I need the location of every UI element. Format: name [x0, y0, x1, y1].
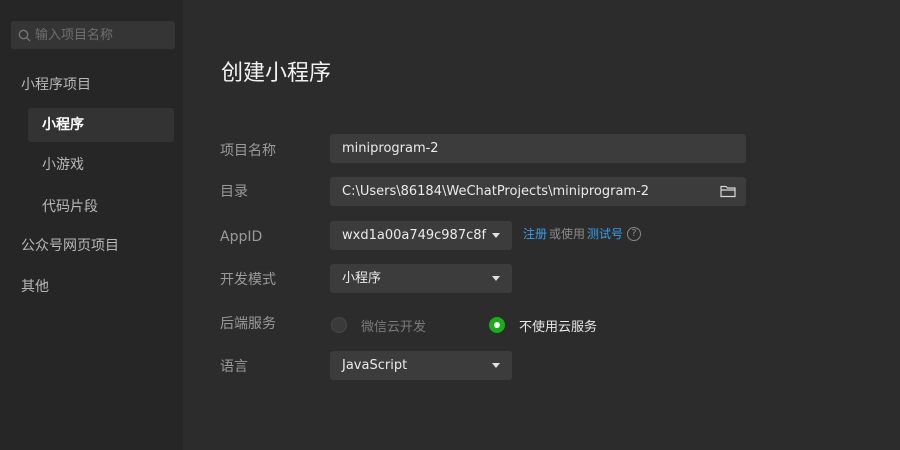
or-use-text: 或使用	[549, 227, 586, 241]
sidebar-item-miniprogram[interactable]: 小程序	[28, 108, 174, 142]
sidebar-item-label: 小游戏	[42, 157, 84, 173]
search-icon	[18, 29, 31, 41]
sidebar-item-other[interactable]: 其他	[21, 270, 171, 304]
backend-label: 后端服务	[220, 316, 276, 332]
project-name-input[interactable]	[330, 134, 746, 163]
directory-field[interactable]: C:\Users\86184\WeChatProjects\miniprogra…	[330, 177, 746, 206]
sidebar-item-minigame[interactable]: 小游戏	[42, 148, 172, 182]
dev-mode-label: 开发模式	[220, 272, 276, 288]
sidebar-item-label: 小程序	[42, 117, 84, 133]
language-value: JavaScript	[342, 358, 408, 373]
chevron-down-icon	[492, 363, 500, 368]
sidebar-item-miniprogram-project[interactable]: 小程序项目	[21, 68, 171, 102]
help-circle-icon[interactable]: ?	[627, 227, 642, 241]
radio-circle	[331, 317, 347, 333]
chevron-down-icon	[492, 276, 500, 281]
sidebar-item-code-snippet[interactable]: 代码片段	[42, 190, 172, 224]
dev-mode-value: 小程序	[342, 271, 382, 286]
search-box[interactable]	[11, 21, 175, 49]
project-name-label: 项目名称	[220, 143, 276, 159]
sidebar-item-label: 小程序项目	[21, 77, 91, 93]
radio-circle-checked	[489, 317, 505, 333]
appid-label: AppID	[220, 229, 263, 245]
sidebar-item-label: 其他	[21, 279, 49, 295]
radio-cloud-dev[interactable]: 微信云开发	[331, 315, 426, 335]
appid-select[interactable]: wxd1a00a749c987c8f	[330, 221, 512, 250]
radio-cloud-dev-label: 微信云开发	[361, 319, 427, 335]
search-input[interactable]	[35, 27, 165, 43]
dev-mode-select[interactable]: 小程序	[330, 264, 512, 293]
folder-icon[interactable]	[720, 184, 736, 198]
radio-no-cloud[interactable]: 不使用云服务	[489, 315, 597, 335]
directory-value: C:\Users\86184\WeChatProjects\miniprogra…	[342, 184, 650, 199]
chevron-down-icon	[492, 233, 500, 238]
directory-label: 目录	[220, 184, 248, 200]
sidebar-item-label: 公众号网页项目	[21, 238, 119, 254]
radio-no-cloud-label: 不使用云服务	[519, 319, 598, 335]
sidebar-item-label: 代码片段	[42, 199, 98, 215]
sidebar-item-official-account[interactable]: 公众号网页项目	[21, 229, 171, 263]
main-panel: 创建小程序 项目名称 目录 C:\Users\86184\WeChatProje…	[183, 0, 900, 450]
appid-links: 注册 或使用 测试号 ?	[523, 224, 642, 244]
sidebar: 小程序项目 小程序 小游戏 代码片段 公众号网页项目 其他	[0, 0, 183, 450]
test-account-link[interactable]: 测试号	[587, 224, 623, 244]
language-select[interactable]: JavaScript	[330, 351, 512, 380]
appid-value: wxd1a00a749c987c8f	[342, 228, 487, 243]
language-label: 语言	[220, 359, 248, 375]
page-title: 创建小程序	[221, 61, 332, 86]
register-link[interactable]: 注册	[523, 224, 547, 244]
